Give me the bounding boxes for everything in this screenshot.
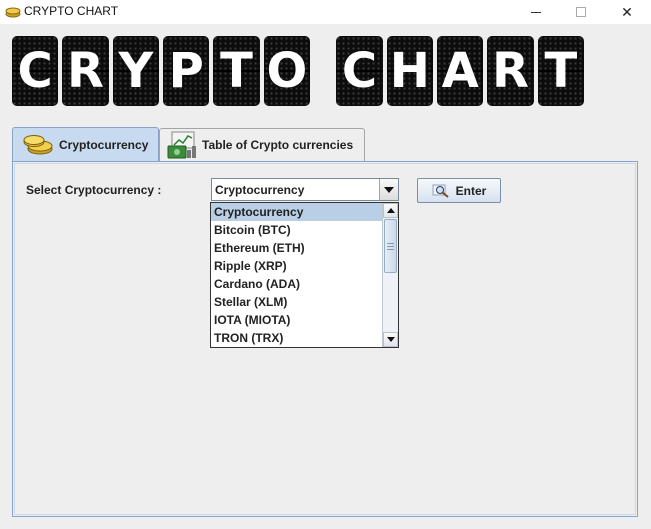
banner-letter-tile: A [437,36,484,106]
close-icon: ✕ [621,3,633,20]
tab-table-of-crypto-currencies[interactable]: Table of Crypto currencies [159,128,365,161]
coins-icon [5,7,21,18]
chevron-down-icon [384,186,394,193]
list-item[interactable]: Cardano (ADA) [211,275,383,293]
list-item[interactable]: Ripple (XRP) [211,257,383,275]
list-item[interactable]: Stellar (XLM) [211,293,383,311]
tab-label: Cryptocurrency [59,138,149,152]
list-item[interactable]: TRON (TRX) [211,329,383,347]
banner-letter-tile: R [487,36,534,106]
coins-icon [23,135,53,155]
banner-letter-tile: Y [112,36,160,106]
maximize-button[interactable] [558,0,604,24]
scroll-down-button[interactable] [383,332,398,347]
grip-line [387,248,394,250]
banner-letter-tile: P [163,36,210,106]
list-item[interactable]: IOTA (MIOTA) [211,311,383,329]
list-item[interactable]: Bitcoin (BTC) [211,221,383,239]
grip-line [387,242,394,244]
banner-letter-tile: C [336,36,383,106]
window-title: CRYPTO CHART [24,4,119,18]
maximize-icon [576,7,586,17]
chevron-up-icon [386,208,395,213]
enter-button[interactable]: Enter [417,178,501,203]
money-chart-icon [167,131,196,159]
scrollbar-thumb[interactable] [384,219,397,273]
enter-button-label: Enter [455,183,487,198]
chevron-down-icon [386,337,395,342]
tab-cryptocurrency[interactable]: Cryptocurrency [12,127,159,162]
search-magnifier-icon [432,184,449,198]
tab-label: Table of Crypto currencies [202,138,354,152]
combobox-value: Cryptocurrency [215,183,305,197]
banner-letter-tile: H [386,36,433,106]
close-button[interactable]: ✕ [604,0,650,24]
title-bar: CRYPTO CHART ✕ [0,0,651,24]
minimize-button[interactable] [513,0,559,24]
dropdown-scrollbar[interactable] [382,203,398,347]
grip-line [387,245,394,247]
combobox-arrow-button[interactable] [379,179,398,200]
banner-letter-tile: R [62,36,109,106]
cryptocurrency-dropdown-list: Cryptocurrency Bitcoin (BTC) Ethereum (E… [210,202,399,348]
list-item[interactable]: Ethereum (ETH) [211,239,383,257]
scroll-up-button[interactable] [383,203,398,218]
banner-letter-tile: O [263,36,311,106]
banner-letter-tile: C [12,36,59,106]
minimize-icon [531,11,541,13]
cryptocurrency-combobox[interactable]: Cryptocurrency [211,178,399,201]
select-cryptocurrency-label: Select Cryptocurrency : [26,183,162,197]
banner-letter-tile: T [213,36,260,106]
app-banner: C R Y P T O C H A R T [12,36,588,106]
dropdown-items: Cryptocurrency Bitcoin (BTC) Ethereum (E… [211,203,383,347]
banner-letter-tile: T [537,36,585,106]
list-item[interactable]: Cryptocurrency [211,203,383,221]
